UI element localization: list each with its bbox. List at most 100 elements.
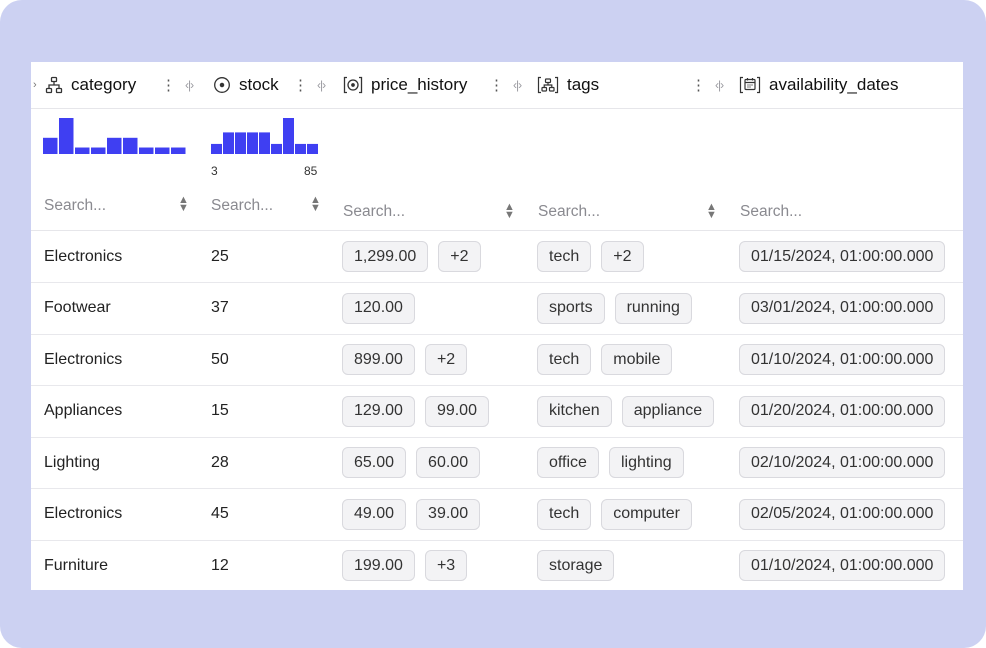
cell-category: Appliances bbox=[44, 402, 123, 419]
column-resize-icon[interactable]: ‹|› bbox=[715, 78, 724, 92]
column-label-stock: stock bbox=[239, 75, 279, 94]
column-menu-icon[interactable]: ⋮ bbox=[691, 76, 706, 94]
price-chip[interactable]: 1,299.00 bbox=[342, 241, 429, 272]
tags-search-input[interactable]: Search... bbox=[538, 200, 600, 224]
category-histogram[interactable] bbox=[43, 118, 189, 156]
category-search-input[interactable]: Search... bbox=[44, 194, 106, 218]
stock-histogram-bar[interactable] bbox=[295, 143, 306, 154]
price-chip[interactable]: 60.00 bbox=[416, 447, 481, 478]
stock-search-input[interactable]: Search... bbox=[211, 194, 273, 218]
column-header-stock[interactable]: stock bbox=[213, 62, 279, 108]
category-histogram-bar[interactable] bbox=[171, 147, 186, 154]
table-row[interactable]: Electronics 25 1,299.00 +2 tech +2 01/15/2024,… bbox=[31, 231, 963, 283]
sort-icon[interactable]: ▲ ▼ bbox=[504, 202, 515, 221]
price-chip[interactable]: 129.00 bbox=[342, 395, 415, 427]
stock-histogram-bar[interactable] bbox=[223, 132, 234, 154]
column-header-availability-dates[interactable]: availability_dates bbox=[739, 62, 898, 108]
price-chip[interactable]: 899.00 bbox=[342, 344, 415, 375]
category-histogram-bar[interactable] bbox=[75, 147, 90, 154]
array-hierarchy-icon bbox=[537, 76, 559, 94]
column-menu-icon[interactable]: ⋮ bbox=[161, 76, 176, 94]
column-label-category: category bbox=[71, 75, 137, 94]
tag-chip[interactable]: appliance bbox=[621, 395, 715, 427]
tag-chip[interactable]: tech bbox=[537, 344, 592, 375]
table-row[interactable]: Lighting 28 65.00 60.00 office lighting 02/10/… bbox=[31, 437, 963, 489]
tag-chip[interactable]: tech bbox=[537, 241, 592, 272]
category-histogram-bar[interactable] bbox=[59, 118, 74, 154]
date-chip[interactable]: 01/10/2024, 01:00:00.000 bbox=[739, 550, 946, 581]
date-chip[interactable]: 01/20/2024, 01:00:00.000 bbox=[739, 395, 946, 427]
category-histogram-bar[interactable] bbox=[139, 147, 154, 154]
table-row[interactable]: Appliances 15 129.00 99.00 kitchen appliance 0… bbox=[31, 386, 963, 438]
tag-chip[interactable]: +2 bbox=[601, 241, 644, 272]
stock-histogram-bar[interactable] bbox=[259, 132, 270, 154]
price-chip[interactable]: +2 bbox=[424, 344, 468, 375]
category-histogram-bar[interactable] bbox=[91, 147, 106, 154]
tag-chip[interactable]: lighting bbox=[608, 447, 684, 478]
category-histogram-bar[interactable] bbox=[107, 137, 122, 154]
chevron-right-icon[interactable]: › bbox=[33, 62, 37, 108]
category-histogram-bar[interactable] bbox=[123, 137, 138, 154]
stock-histogram-bar[interactable] bbox=[235, 132, 246, 154]
cell-category: Lighting bbox=[44, 453, 101, 471]
table-row[interactable]: Electronics 50 899.00 +2 tech mobile 01/10/202… bbox=[31, 334, 963, 386]
price-chip[interactable]: 120.00 bbox=[342, 292, 415, 324]
column-resize-icon[interactable]: ‹|› bbox=[185, 78, 194, 92]
price-chip[interactable]: +3 bbox=[424, 550, 468, 581]
price-chip[interactable]: 99.00 bbox=[424, 395, 489, 427]
column-header-category[interactable]: category bbox=[45, 62, 136, 108]
table-row[interactable]: Furniture 12 199.00 +3 storage 01/10/2024, 01… bbox=[31, 540, 963, 590]
stock-histogram-bar[interactable] bbox=[271, 143, 282, 154]
column-menu-icon[interactable]: ⋮ bbox=[489, 76, 504, 94]
tag-chip[interactable]: mobile bbox=[601, 344, 673, 375]
date-chip[interactable]: 01/15/2024, 01:00:00.000 bbox=[739, 241, 946, 272]
tag-chip[interactable]: office bbox=[537, 447, 599, 478]
category-histogram-bar[interactable] bbox=[43, 137, 58, 154]
tag-chip[interactable]: storage bbox=[537, 550, 615, 581]
sort-icon[interactable]: ▲ ▼ bbox=[310, 195, 321, 214]
price-cell: 1,299.00 +2 bbox=[342, 241, 481, 272]
date-chip[interactable]: 02/05/2024, 01:00:00.000 bbox=[739, 498, 946, 530]
tag-chip[interactable]: tech bbox=[537, 498, 592, 530]
stock-histogram-bar[interactable] bbox=[247, 132, 258, 154]
date-cell: 03/01/2024, 01:00:00.000 bbox=[739, 292, 946, 324]
price-history-search-input[interactable]: Search... bbox=[343, 200, 405, 224]
date-cell: 02/05/2024, 01:00:00.000 bbox=[739, 498, 946, 530]
tag-chip[interactable]: sports bbox=[537, 292, 605, 324]
table-row[interactable]: Electronics 45 49.00 39.00 tech computer 02/05… bbox=[31, 489, 963, 541]
price-cell: 129.00 99.00 bbox=[342, 395, 489, 427]
cell-category: Footwear bbox=[44, 299, 111, 316]
cell-stock: 50 bbox=[211, 350, 229, 368]
date-chip[interactable]: 03/01/2024, 01:00:00.000 bbox=[739, 292, 946, 324]
date-chip[interactable]: 02/10/2024, 01:00:00.000 bbox=[739, 447, 946, 478]
column-menu-icon[interactable]: ⋮ bbox=[293, 76, 308, 94]
price-chip[interactable]: +2 bbox=[438, 241, 481, 272]
availability-dates-search-input[interactable]: Search... bbox=[740, 200, 802, 224]
tag-cell: storage bbox=[537, 550, 615, 581]
tag-chip[interactable]: kitchen bbox=[537, 395, 612, 427]
table-row[interactable]: Footwear 37 120.00 sports running 03/01/2024,… bbox=[31, 283, 963, 335]
sort-icon[interactable]: ▲ ▼ bbox=[706, 202, 717, 221]
date-chip[interactable]: 01/10/2024, 01:00:00.000 bbox=[739, 344, 946, 375]
price-chip[interactable]: 199.00 bbox=[342, 550, 415, 581]
column-resize-icon[interactable]: ‹|› bbox=[317, 78, 326, 92]
hierarchy-icon bbox=[45, 76, 63, 94]
stock-histogram-bar[interactable] bbox=[211, 143, 222, 154]
column-resize-icon[interactable]: ‹|› bbox=[513, 78, 522, 92]
sort-icon[interactable]: ▲ ▼ bbox=[178, 195, 189, 214]
column-header-tags[interactable]: tags bbox=[537, 62, 599, 108]
price-chip[interactable]: 65.00 bbox=[342, 447, 407, 478]
stock-histogram-bar[interactable] bbox=[307, 143, 318, 154]
column-label-price-history: price_history bbox=[371, 75, 468, 94]
stock-histogram-bar[interactable] bbox=[283, 118, 294, 154]
price-chip[interactable]: 39.00 bbox=[416, 498, 481, 530]
category-histogram-bar[interactable] bbox=[155, 147, 170, 154]
price-cell: 49.00 39.00 bbox=[342, 498, 481, 530]
tag-chip[interactable]: computer bbox=[601, 498, 692, 530]
price-chip[interactable]: 49.00 bbox=[342, 498, 407, 530]
cell-stock: 28 bbox=[211, 453, 229, 471]
stock-histogram[interactable] bbox=[211, 118, 319, 156]
tag-chip[interactable]: running bbox=[614, 292, 692, 324]
price-cell: 65.00 60.00 bbox=[342, 447, 481, 478]
column-header-price-history[interactable]: price_history bbox=[343, 62, 467, 108]
